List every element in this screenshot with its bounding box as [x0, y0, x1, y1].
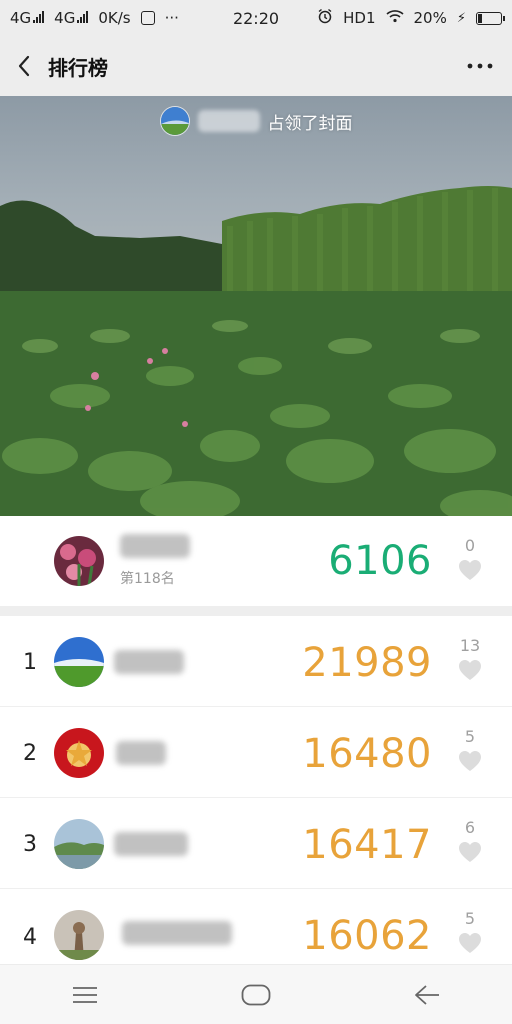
rank-number: 1: [23, 650, 37, 675]
heart-icon: [459, 751, 481, 771]
signal-icon: [77, 11, 89, 23]
like-button[interactable]: 0: [450, 536, 490, 585]
status-bar: 4G 4G 0K/s ··· 22:20 HD1 20% ⚡: [0, 0, 512, 36]
username-blurred: [122, 921, 232, 945]
score: 16480: [302, 731, 432, 777]
like-count: 0: [464, 536, 476, 555]
charging-icon: ⚡: [456, 10, 466, 26]
battery-percent: 20%: [413, 9, 447, 27]
score: 16417: [302, 822, 432, 868]
leaderboard-row[interactable]: 3 16417 6: [0, 798, 512, 889]
back-arrow-icon: [18, 55, 30, 77]
my-rank-row[interactable]: 第118名 6106 0: [0, 516, 512, 606]
system-back-button[interactable]: [397, 970, 457, 1020]
caption-avatar: [159, 106, 190, 136]
alarm-icon: [317, 8, 333, 28]
section-divider: [0, 606, 512, 616]
page-title: 排行榜: [48, 55, 108, 80]
notification-icon: [140, 11, 155, 25]
menu-lines-icon: [73, 986, 98, 1003]
home-icon: [241, 984, 271, 1005]
network-indicator-2: 4G: [54, 9, 89, 27]
heart-icon: [459, 660, 481, 680]
lotus-pond-photo: [0, 186, 512, 516]
battery-fill: [478, 13, 482, 23]
avatar: [54, 637, 104, 687]
like-button[interactable]: 13: [450, 636, 490, 685]
like-count: 13: [459, 636, 481, 655]
back-button[interactable]: [0, 36, 48, 96]
cover-caption: 占领了封面: [0, 106, 512, 136]
leaderboard-row[interactable]: 2 16480 5: [0, 707, 512, 798]
rank-number: 2: [23, 741, 37, 766]
like-count: 5: [464, 727, 476, 746]
like-count: 6: [464, 818, 476, 837]
more-options-button[interactable]: [460, 46, 500, 86]
like-button[interactable]: 5: [450, 909, 490, 958]
like-button[interactable]: 6: [450, 818, 490, 867]
username-blurred: [120, 534, 190, 558]
back-triangle-icon: [414, 984, 439, 1005]
heart-icon: [459, 560, 481, 580]
username-blurred: [114, 832, 188, 856]
network-type-2: 4G: [54, 9, 76, 27]
network-speed: 0K/s: [98, 9, 131, 27]
signal-icon: [33, 11, 45, 23]
caption-text: 占领了封面: [267, 113, 353, 134]
avatar: [54, 910, 104, 960]
score: 21989: [302, 640, 432, 686]
caption-username-blurred: [197, 110, 260, 132]
rank-number: 3: [23, 832, 37, 857]
battery-icon: [476, 11, 505, 25]
avatar: [54, 728, 104, 778]
wifi-icon: [385, 9, 404, 27]
leaderboard-row[interactable]: 1 21989 13: [0, 616, 512, 707]
rank-number: 4: [23, 925, 37, 950]
more-notifications: ···: [164, 9, 179, 27]
heart-icon: [459, 933, 481, 953]
my-score: 6106: [328, 538, 432, 584]
home-button[interactable]: [226, 970, 286, 1020]
username-blurred: [114, 650, 184, 674]
score: 16062: [302, 913, 432, 959]
more-dots-icon: [467, 63, 493, 69]
title-bar: 排行榜: [0, 36, 512, 96]
my-rank-label: 第118名: [120, 571, 175, 587]
hd-indicator: HD1: [343, 9, 376, 27]
network-type-1: 4G: [10, 9, 32, 27]
avatar: [54, 536, 104, 586]
system-navigation-bar: [0, 964, 512, 1024]
like-count: 5: [464, 909, 476, 928]
like-button[interactable]: 5: [450, 727, 490, 776]
heart-icon: [459, 842, 481, 862]
recent-apps-button[interactable]: [55, 970, 115, 1020]
network-indicator-1: 4G: [10, 9, 45, 27]
username-blurred: [116, 741, 166, 765]
cover-image[interactable]: 占领了封面: [0, 96, 512, 516]
avatar: [54, 819, 104, 869]
